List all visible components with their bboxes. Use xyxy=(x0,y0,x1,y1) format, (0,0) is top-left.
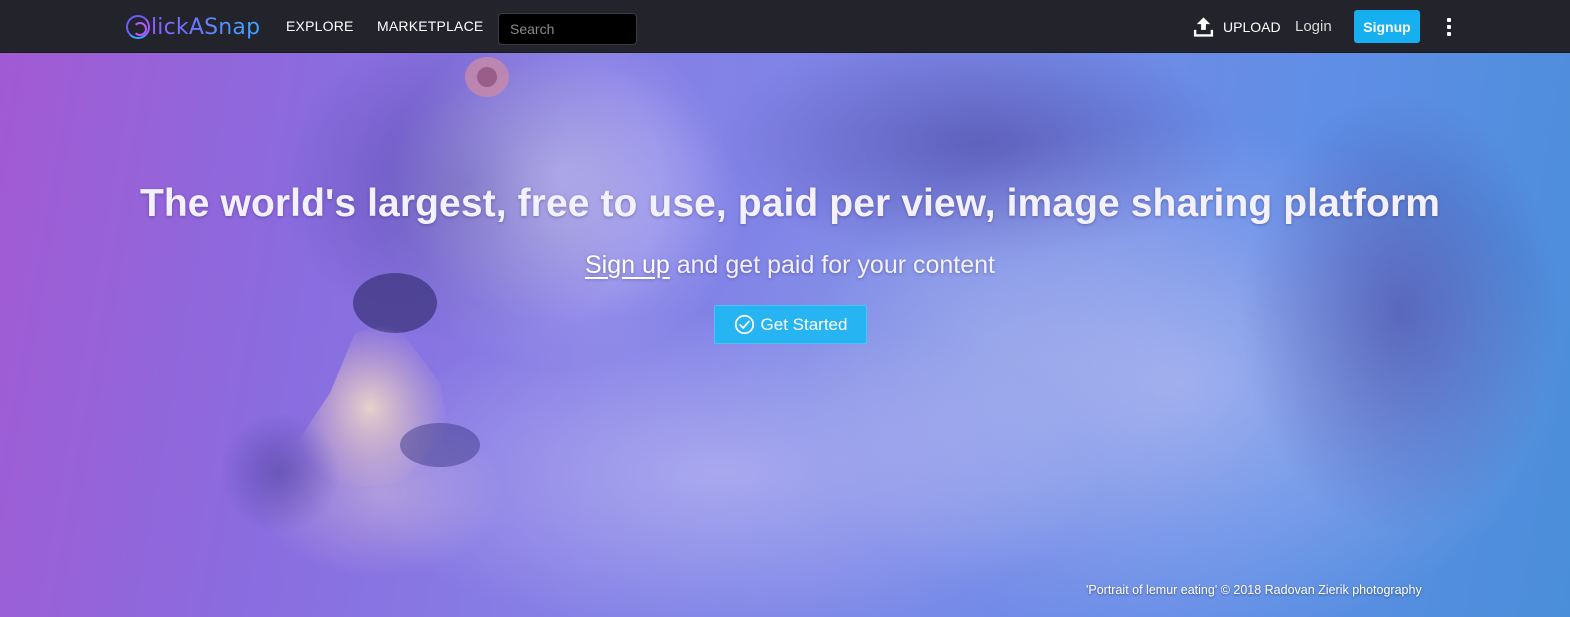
hero-subline: Sign up and get paid for your content xyxy=(0,251,1570,280)
photo-credit: 'Portrait of lemur eating' © 2018 Radova… xyxy=(1086,583,1422,597)
nav-explore-link[interactable]: EXPLORE xyxy=(286,18,354,34)
signup-button[interactable]: Signup xyxy=(1354,10,1420,43)
logo-text: lickASnap xyxy=(151,14,261,40)
upload-icon xyxy=(1193,17,1214,37)
get-started-button[interactable]: Get Started xyxy=(714,305,867,344)
clickasnap-logo-icon xyxy=(126,15,150,39)
get-started-label: Get Started xyxy=(760,314,848,334)
upload-label: UPLOAD xyxy=(1223,19,1281,35)
subline-text: and get paid for your content xyxy=(669,251,996,279)
nav-marketplace-link[interactable]: MARKETPLACE xyxy=(377,18,483,34)
top-navbar: lickASnap EXPLORE MARKETPLACE UPLOAD Log… xyxy=(0,0,1570,53)
hero-section: The world's largest, free to use, paid p… xyxy=(0,53,1570,617)
check-circle-icon xyxy=(734,314,754,335)
signup-link[interactable]: Sign up xyxy=(585,251,670,279)
search-input[interactable] xyxy=(498,13,637,45)
hero-headline: The world's largest, free to use, paid p… xyxy=(139,182,1441,225)
clickasnap-logo[interactable]: lickASnap xyxy=(126,11,260,43)
upload-button[interactable]: UPLOAD xyxy=(1192,14,1281,40)
more-vertical-icon[interactable] xyxy=(1440,16,1458,38)
login-link[interactable]: Login xyxy=(1295,18,1332,35)
